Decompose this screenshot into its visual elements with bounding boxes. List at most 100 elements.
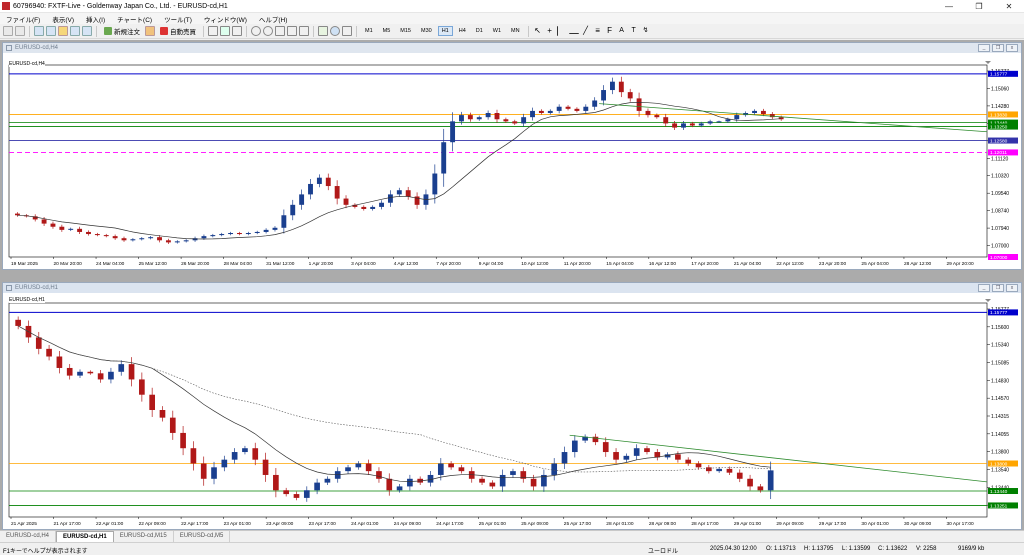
candle-body [538,110,544,113]
trendline-icon[interactable]: ╱ [581,26,591,36]
data-window-icon[interactable] [46,26,56,36]
menu-file[interactable]: ファイル(F) [0,14,46,24]
chart-restore-icon[interactable]: ❐ [992,284,1004,292]
autoscroll-icon[interactable] [287,26,297,36]
candle-body [290,204,296,216]
candle-body [736,472,743,479]
timeframe-m15[interactable]: M15 [396,26,415,36]
status-low: L: 1.13599 [842,546,871,552]
candle-body [675,454,681,460]
templates-icon[interactable] [342,26,352,36]
arrows-icon[interactable]: ↯ [641,26,651,36]
meta-editor-icon[interactable] [145,26,155,36]
time-tick-label: 28 Apr 17:00 [691,521,719,527]
timeframe-m1[interactable]: M1 [361,26,377,36]
chart-close-icon[interactable]: x [1006,44,1018,52]
time-tick-label: 21 Apr 04:00 [734,261,762,267]
menu-window[interactable]: ウィンドウ(W) [198,14,253,24]
status-traffic: 9169/9 kb [958,546,985,552]
new-chart-icon[interactable] [3,26,13,36]
timeframe-m5[interactable]: M5 [379,26,395,36]
tile-windows-icon[interactable] [275,26,285,36]
h1-chart-svg: 1.15777 1.15600 1.15340 1.15085 1.14830 1.145… [8,299,1018,527]
candle-body [77,371,83,376]
zoom-in-icon[interactable] [251,26,261,36]
time-tick-label: 23 Apr 20:00 [819,261,847,267]
candle-body [623,455,630,460]
menu-tools[interactable]: ツール(T) [158,14,198,24]
h1-plot-area[interactable]: 1.15777 1.15600 1.15340 1.15085 1.14830 1.145… [3,293,1021,529]
candle-body [489,482,496,487]
candle-body [103,235,109,237]
menu-insert[interactable]: 挿入(I) [80,14,111,24]
candle-body [190,448,197,464]
cursor-icon[interactable]: ↖ [533,26,543,36]
bar-chart-icon[interactable] [208,26,218,36]
auto-trade-button[interactable]: 自動売買 [157,26,199,36]
terminal-icon[interactable] [70,26,80,36]
text-icon[interactable]: A [617,26,627,36]
chart-minimize-icon[interactable]: _ [978,284,990,292]
candle-body [767,470,774,491]
timeframe-d1[interactable]: D1 [472,26,487,36]
tester-icon[interactable] [82,26,92,36]
chart-close-icon[interactable]: x [1006,284,1018,292]
time-tick-label: 22 Apr 01:00 [96,521,124,527]
candle-body [183,240,189,242]
restore-icon[interactable]: ❐ [964,0,994,13]
tab-eurusd-m15[interactable]: EURUSD-cd,M15 [114,531,174,542]
periods-icon[interactable] [330,26,340,36]
timeframe-h4[interactable]: H4 [455,26,470,36]
candle-body [128,364,135,380]
timeframe-h1[interactable]: H1 [437,26,453,36]
candle-body [130,239,136,241]
window-title: 60796940: FXTF-Live - Goldenway Japan Co… [13,2,228,10]
zoom-out-icon[interactable] [263,26,273,36]
time-tick-label: 21 Apr 2025 [11,521,37,527]
menu-chart[interactable]: チャート(C) [111,14,158,24]
fibonacci-icon[interactable]: F [605,26,615,36]
crosshair-icon[interactable]: + [545,26,555,36]
tab-eurusd-h1[interactable]: EURUSD-cd,H1 [56,531,114,542]
menu-help[interactable]: ヘルプ(H) [253,14,294,24]
h4-plot-area[interactable]: 1.157771.150601.142801.135101.127401.111… [3,53,1021,269]
status-profile: ユーロドル [648,549,679,555]
price-tag-label: 1.15777 [990,310,1008,316]
chart-minimize-icon[interactable]: _ [978,44,990,52]
indicators-icon[interactable] [318,26,328,36]
line-chart-icon[interactable] [232,26,242,36]
menu-view[interactable]: 表示(V) [46,14,80,24]
price-tick-label: 1.14315 [991,414,1009,420]
candle-body [458,467,465,472]
chart-window-h4[interactable]: EURUSD-cd,H4 _ ❐ x 1.15777 1.15060 1.14280… [2,42,1022,270]
time-tick-label: 19 Mar 2025 [11,261,38,267]
tab-eurusd-h4[interactable]: EURUSD-cd,H4 [0,531,57,542]
time-tick-label: 25 Apr 17:00 [564,521,592,527]
horizontal-line-icon[interactable] [568,28,579,34]
candle-body [68,228,74,230]
chart-shift-icon[interactable] [299,26,309,36]
chart-window-h1[interactable]: EURUSD-cd,H1 _ ❐ x 1.15777 1.15600 1.15340… [2,282,1022,530]
candle-body [663,117,669,124]
market-watch-icon[interactable] [34,26,44,36]
navigator-icon[interactable] [58,26,68,36]
price-tick-label: 1.15340 [991,343,1009,349]
chart-restore-icon[interactable]: ❐ [992,44,1004,52]
label-icon[interactable]: T [629,26,639,36]
candle-body [87,371,94,374]
timeframe-w1[interactable]: W1 [489,26,505,36]
price-tag-label: 1.12011 [990,150,1007,156]
vertical-line-icon[interactable] [556,26,567,36]
candle-body [201,236,207,239]
tab-eurusd-m5[interactable]: EURUSD-cd,M5 [174,531,231,542]
minimize-icon[interactable]: — [934,0,964,13]
profiles-icon[interactable] [15,26,25,36]
status-bar: F1キーでヘルプが表示されます ユーロドル 2025.04.30 12:00 O… [0,542,1024,555]
new-order-button[interactable]: 新規注文 [101,26,143,36]
channel-icon[interactable]: ≡ [593,26,603,36]
candle-body [211,467,217,479]
close-icon[interactable]: ✕ [994,0,1024,13]
timeframe-mn[interactable]: MN [507,26,524,36]
candle-chart-icon[interactable] [220,26,230,36]
timeframe-m30[interactable]: M30 [417,26,436,36]
